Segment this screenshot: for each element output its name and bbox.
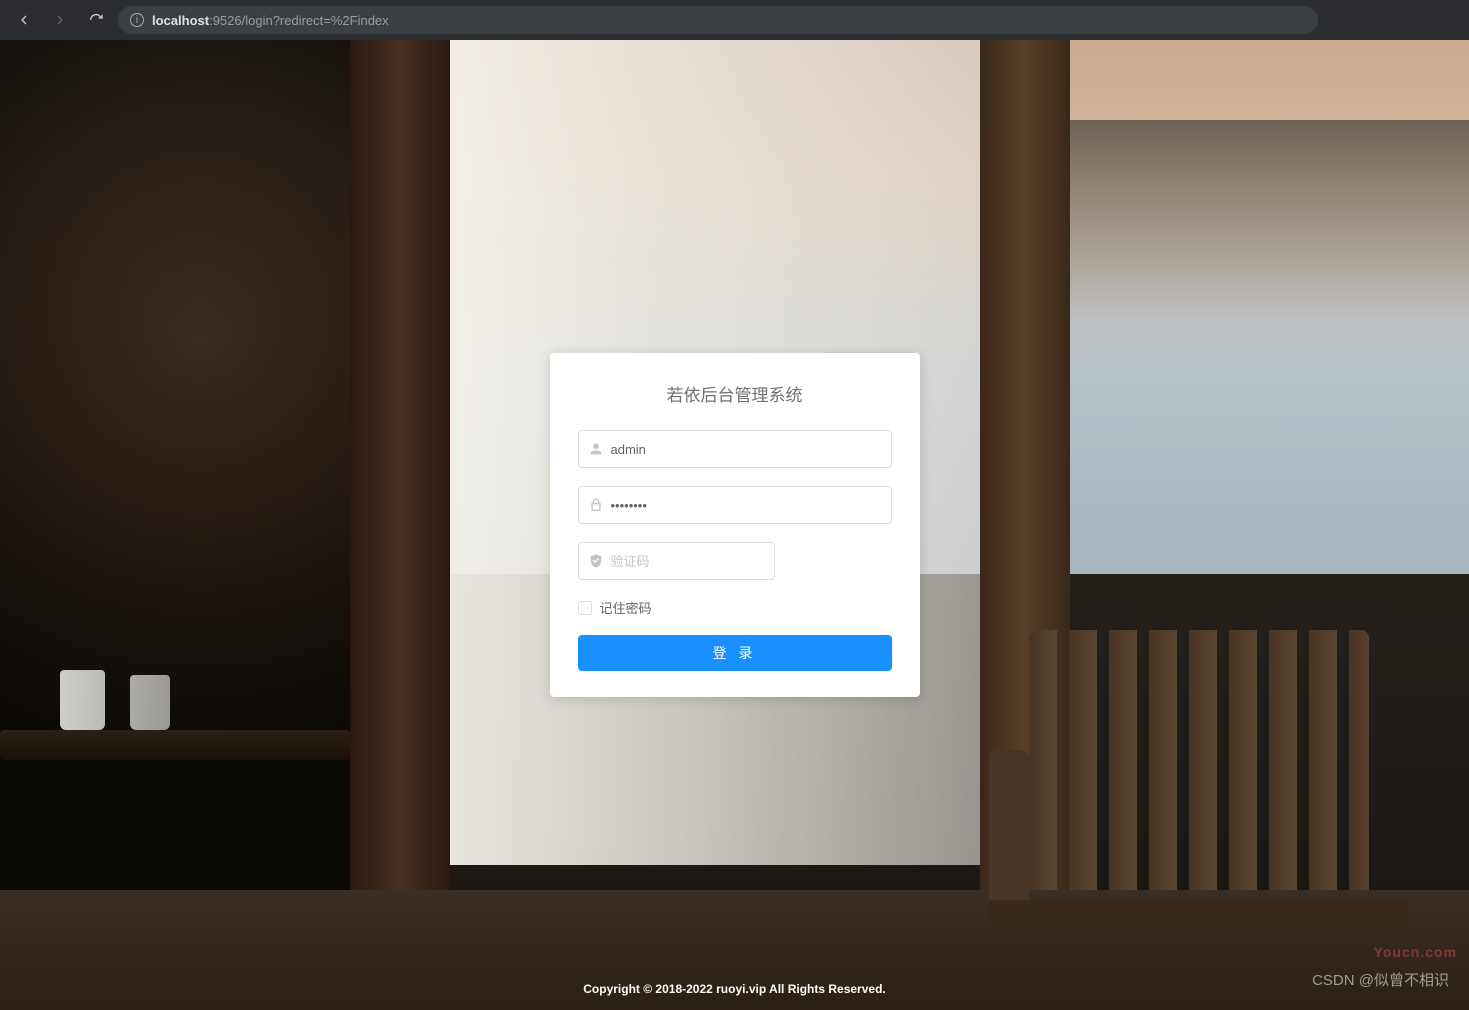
- footer-copyright: Copyright © 2018-2022 ruoyi.vip All Righ…: [0, 982, 1469, 996]
- arrow-left-icon: [16, 12, 32, 28]
- remember-row: 记住密码: [578, 598, 892, 617]
- reload-icon: [88, 12, 104, 28]
- bg-chair: [989, 630, 1409, 1010]
- bg-post-left: [350, 40, 450, 1010]
- captcha-wrap: [578, 542, 776, 580]
- login-button[interactable]: 登 录: [578, 635, 892, 671]
- browser-toolbar: i localhost:9526/login?redirect=%2Findex: [0, 0, 1469, 40]
- bg-trees: [1070, 120, 1469, 320]
- username-input[interactable]: [578, 430, 892, 468]
- back-button[interactable]: [10, 6, 38, 34]
- bg-interior: [0, 40, 360, 1010]
- bg-table: [0, 730, 350, 760]
- login-page: 若依后台管理系统 记住密码 登 录 Copyright © 2018-2022 …: [0, 40, 1469, 1010]
- login-card: 若依后台管理系统 记住密码 登 录: [550, 353, 920, 697]
- address-bar[interactable]: i localhost:9526/login?redirect=%2Findex: [118, 6, 1318, 34]
- forward-button[interactable]: [46, 6, 74, 34]
- url-text: localhost:9526/login?redirect=%2Findex: [152, 13, 389, 28]
- user-icon: [588, 441, 604, 457]
- remember-checkbox[interactable]: [578, 601, 592, 615]
- arrow-right-icon: [52, 12, 68, 28]
- reload-button[interactable]: [82, 6, 110, 34]
- lock-icon: [588, 497, 604, 513]
- bg-cup2: [130, 675, 170, 730]
- watermark-csdn: CSDN @似曾不相识: [1312, 969, 1449, 990]
- shield-check-icon: [588, 553, 604, 569]
- url-path: :9526/login?redirect=%2Findex: [209, 13, 389, 28]
- chair-back: [1029, 630, 1369, 890]
- site-info-icon[interactable]: i: [130, 13, 144, 27]
- username-wrap: [578, 430, 892, 468]
- captcha-input[interactable]: [578, 542, 776, 580]
- password-input[interactable]: [578, 486, 892, 524]
- watermark-site: Youcn.com: [1374, 944, 1457, 960]
- password-wrap: [578, 486, 892, 524]
- login-title: 若依后台管理系统: [578, 381, 892, 406]
- bg-cup: [60, 670, 105, 730]
- url-host: localhost: [152, 13, 209, 28]
- chair-seat: [989, 900, 1409, 930]
- remember-label: 记住密码: [600, 598, 652, 617]
